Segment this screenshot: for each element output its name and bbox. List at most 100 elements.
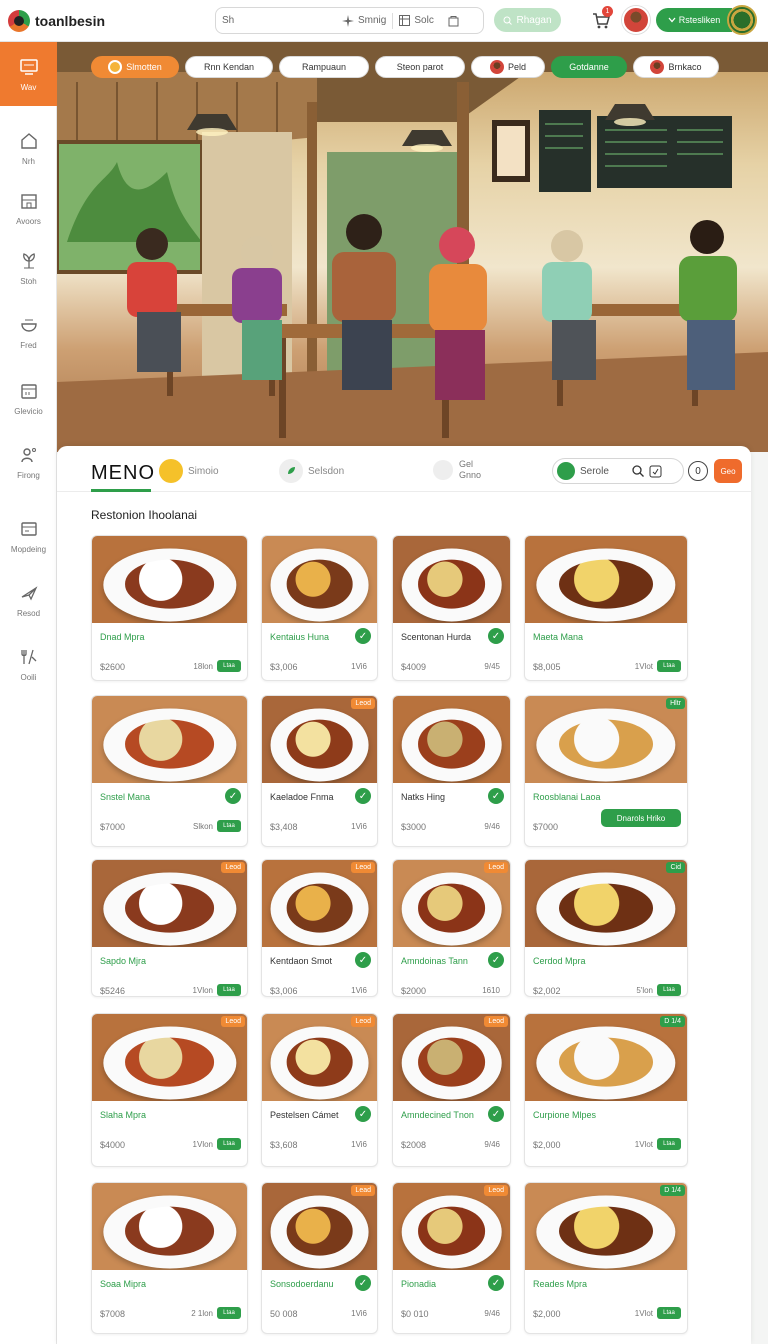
check-icon[interactable]: ✓	[488, 788, 504, 804]
check-icon[interactable]: ✓	[488, 952, 504, 968]
dish-photo	[262, 1183, 377, 1270]
sidebar-item-8[interactable]: Resod	[0, 568, 57, 632]
dish-tag: Leod	[484, 862, 508, 873]
tab-b[interactable]: Selsdon	[279, 459, 344, 483]
sidebar-item-4[interactable]: Fred	[0, 300, 57, 364]
sidebar-item-0[interactable]: Wav	[0, 42, 57, 106]
dish-price: $4009	[401, 662, 427, 672]
pill-label: Brnkaco	[668, 62, 702, 72]
dish-photo	[92, 696, 247, 783]
dish-name: Kentdaon Smot	[270, 956, 333, 966]
sidebar-item-1[interactable]: Nrh	[0, 116, 57, 180]
check-icon[interactable]: ✓	[355, 628, 371, 644]
dish-name: Pionadia	[401, 1279, 437, 1289]
dish-name: Amndecined Tnon	[401, 1110, 474, 1120]
pill-5[interactable]: Gotdanne	[551, 56, 627, 78]
add-button[interactable]: Ltaa	[217, 820, 241, 832]
search-input[interactable]: Sh	[216, 8, 336, 33]
dish	[417, 559, 486, 609]
check-icon[interactable]: ✓	[355, 1275, 371, 1291]
sort-control[interactable]: Smnig	[336, 8, 392, 33]
dish-meta: 9/46	[484, 822, 500, 831]
sidebar-item-3[interactable]: Stoh	[0, 236, 57, 300]
add-button[interactable]: Ltaa	[657, 1138, 681, 1150]
sidebar-item-6[interactable]: Firong	[0, 430, 57, 494]
menu-card[interactable]: Hltr Roosblanai Laoa $7000 Dnarols Hriko	[524, 695, 688, 847]
menu-card[interactable]: Leod Amndoinas Tann ✓ $2000 1610	[392, 859, 511, 997]
menu-card[interactable]: Leod Kentdaon Smot ✓ $3,006 1Vi6	[261, 859, 378, 997]
order-button[interactable]: Dnarols Hriko	[601, 809, 681, 827]
menu-card[interactable]: Leod Pestelsen Cámet ✓ $3,608 1Vi6	[261, 1013, 378, 1167]
menu-card[interactable]: Leod Pionadia ✓ $0 010 9/46	[392, 1182, 511, 1334]
menu-card[interactable]: Cid Cerdod Mpra $2,002 5'lon Ltaa	[524, 859, 688, 997]
dish-meta: 1610	[482, 986, 500, 995]
dish	[559, 719, 653, 769]
menu-card[interactable]: D 1/4 Reades Mpra $2,000 1Vlot Ltaa	[524, 1182, 688, 1334]
add-button[interactable]: Ltaa	[217, 660, 241, 672]
check-icon[interactable]: ✓	[355, 952, 371, 968]
pill-label: Rampuaun	[301, 62, 347, 72]
pill-2[interactable]: Rampuaun	[279, 56, 369, 78]
orange-button[interactable]: Geo	[714, 459, 742, 483]
check-icon[interactable]: ✓	[488, 628, 504, 644]
menu-card[interactable]: D 1/4 Curpione Mlpes $2,000 1Vlot Ltaa	[524, 1013, 688, 1167]
filter-input[interactable]: Serole	[552, 458, 684, 484]
add-button[interactable]: Ltaa	[217, 1138, 241, 1150]
menu-card[interactable]: Lead Sonsodoerdanu ✓ 50 008 1Vi6	[261, 1182, 378, 1334]
add-button[interactable]: Ltaa	[217, 1307, 241, 1319]
sidebar-item-7[interactable]: Mopdeing	[0, 504, 57, 568]
pill-1[interactable]: Rnn Kendan	[185, 56, 273, 78]
menu-card[interactable]: Kentaius Huna ✓ $3,006 1Vi6	[261, 535, 378, 681]
menu-card[interactable]: Maeta Mana $8,005 1Vlot Ltaa	[524, 535, 688, 681]
menu-card[interactable]: Leod Amndecined Tnon ✓ $2008 9/46	[392, 1013, 511, 1167]
pill-label: Steon parot	[396, 62, 444, 72]
ghost-action-button[interactable]: Rhagan	[494, 8, 561, 32]
check-icon[interactable]: ✓	[488, 1106, 504, 1122]
user-avatar[interactable]	[622, 6, 650, 34]
menu-card[interactable]: Leod Slaha Mpra $4000 1Vlon Ltaa	[91, 1013, 248, 1167]
dish-photo	[393, 696, 510, 783]
menu-card[interactable]: Natks Hing ✓ $3000 9/46	[392, 695, 511, 847]
tab-a[interactable]: Simoio	[159, 459, 219, 483]
add-button[interactable]: Ltaa	[657, 1307, 681, 1319]
dish-meta: 1Vlon	[192, 986, 213, 995]
sidebar-label: Fred	[20, 340, 37, 350]
dish-photo	[262, 860, 377, 947]
pill-4[interactable]: Peld	[471, 56, 545, 78]
menu-card[interactable]: Dnad Mpra $2600 18lon Ltaa	[91, 535, 248, 681]
sidebar-item-5[interactable]: Glevicio	[0, 366, 57, 430]
expand-icon[interactable]	[649, 465, 662, 478]
pill-6[interactable]: Brnkaco	[633, 56, 719, 78]
pill-0[interactable]: Slmotten	[91, 56, 179, 78]
menu-card[interactable]: Leod Sapdo Mjra $5246 1Vlon Ltaa	[91, 859, 248, 997]
check-icon[interactable]: ✓	[225, 788, 241, 804]
menu-card[interactable]: Scentonan Hurda ✓ $4009 9/45	[392, 535, 511, 681]
dish	[417, 1037, 486, 1087]
dish-price: $7000	[533, 822, 559, 832]
green-action-button[interactable]: Rstesliken	[656, 8, 732, 32]
menu-card[interactable]: Soaa Mipra $7008 2 1lon Ltaa	[91, 1182, 248, 1334]
search-bar[interactable]: Sh Smnig Solc	[215, 7, 484, 34]
store-icon	[20, 193, 37, 209]
tab-c[interactable]: Gel Gnno	[433, 459, 481, 481]
logo[interactable]: toanlbesin	[8, 9, 208, 32]
check-icon[interactable]: ✓	[355, 788, 371, 804]
dish-name: Kaeladoe Fnma	[270, 792, 334, 802]
dish-meta: 2 1lon	[191, 1309, 213, 1318]
check-icon[interactable]: ✓	[355, 1106, 371, 1122]
check-icon[interactable]: ✓	[488, 1275, 504, 1291]
menu-title[interactable]: MENO	[91, 462, 155, 485]
search-icon[interactable]	[632, 465, 644, 477]
pill-3[interactable]: Steon parot	[375, 56, 465, 78]
menu-card[interactable]: Leod Kaeladoe Fnma ✓ $3,408 1Vi6	[261, 695, 378, 847]
sidebar-item-2[interactable]: Avoors	[0, 176, 57, 240]
counter-button[interactable]: 0	[688, 461, 708, 481]
add-button[interactable]: Ltaa	[657, 660, 681, 672]
add-button[interactable]: Ltaa	[657, 984, 681, 996]
bag-icon[interactable]	[448, 15, 459, 27]
select-control[interactable]: Solc	[393, 8, 439, 33]
menu-card[interactable]: Snstel Mana ✓ $7000 Slkon Ltaa	[91, 695, 248, 847]
sidebar-item-9[interactable]: Ooili	[0, 632, 57, 696]
add-button[interactable]: Ltaa	[217, 984, 241, 996]
ghost-button-label: Rhagan	[516, 14, 552, 26]
